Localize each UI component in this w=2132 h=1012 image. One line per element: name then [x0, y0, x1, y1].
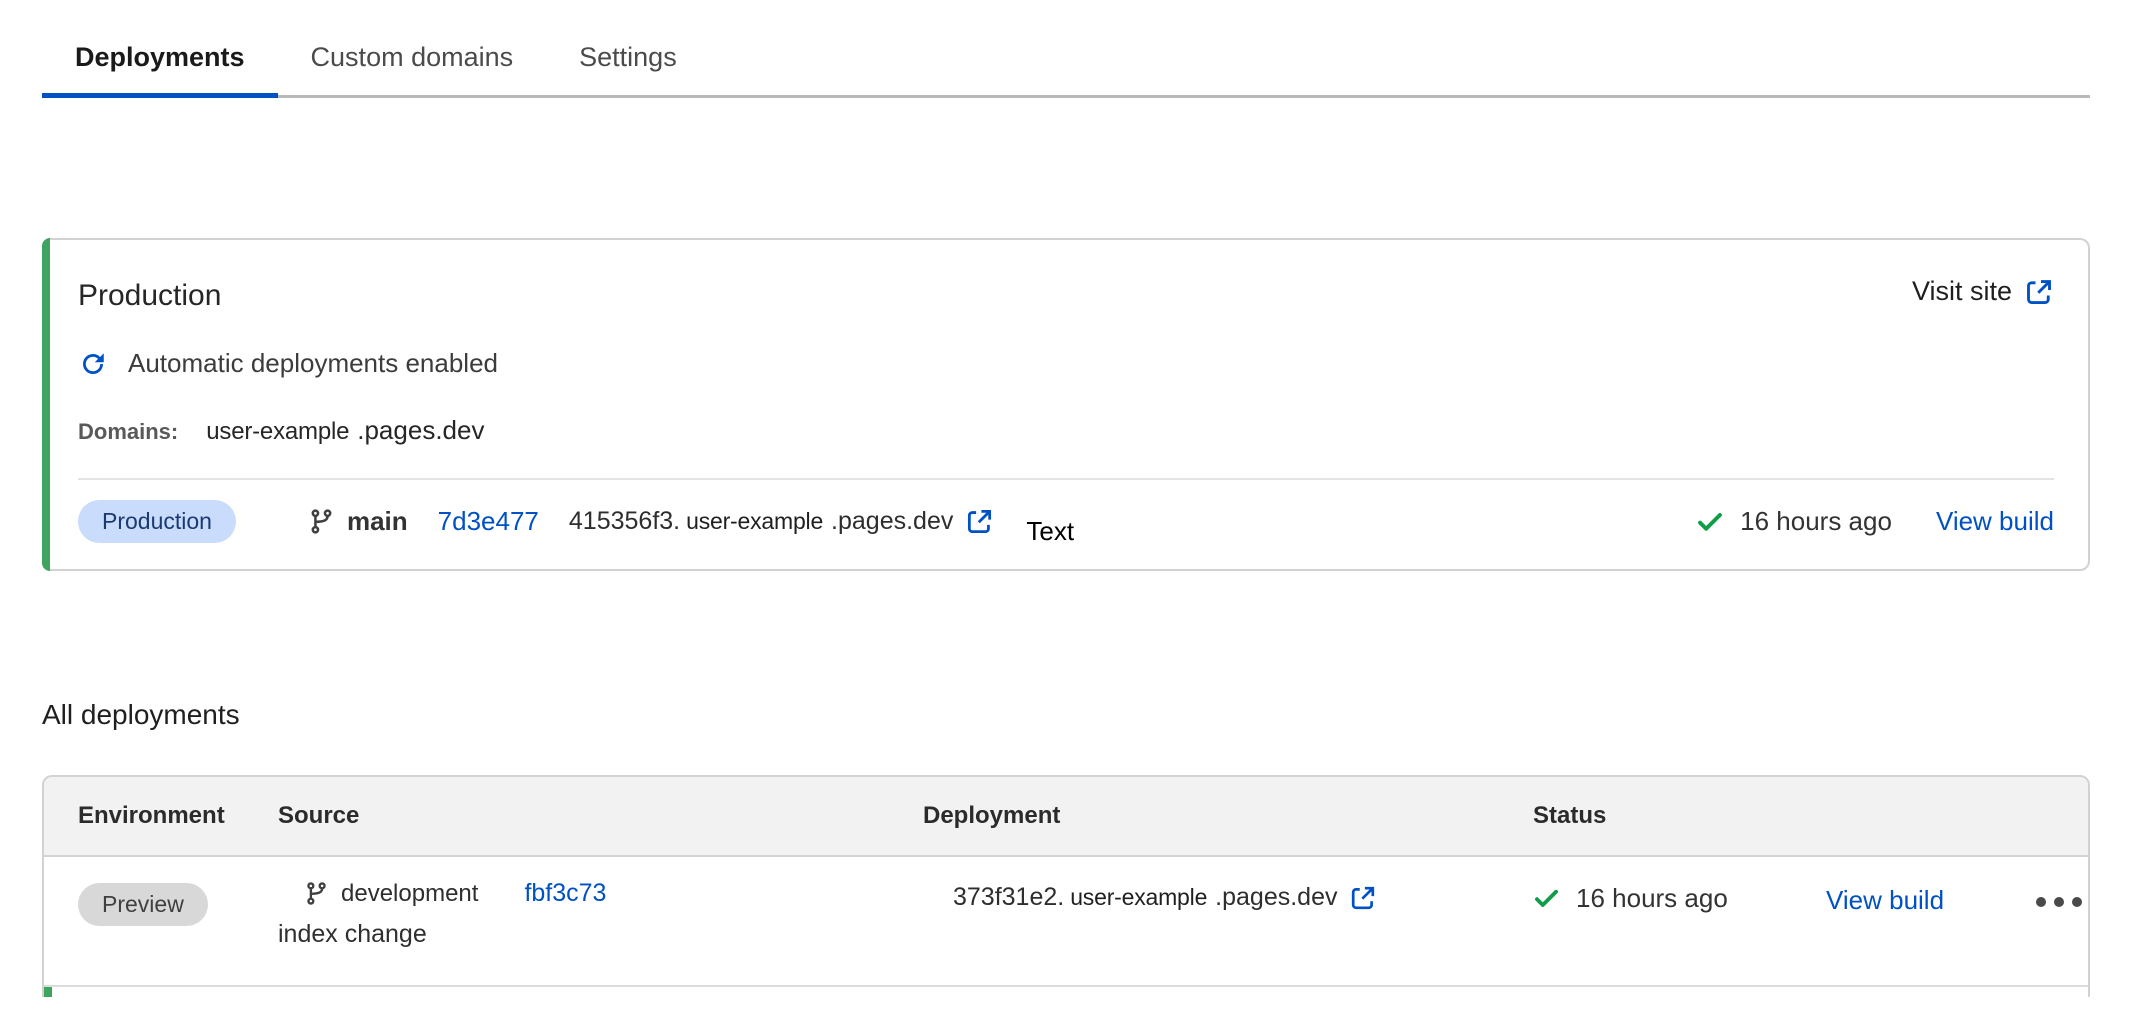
environment-badge: Production: [78, 500, 236, 543]
column-header-environment: Environment: [78, 802, 278, 830]
production-indicator-stripe: [44, 987, 52, 997]
production-deployment-row: Production main 7d3e477 415356f3. user-e…: [78, 478, 2054, 569]
column-header-deployment: Deployment: [923, 802, 1533, 830]
automatic-deployments-label: Automatic deployments enabled: [128, 348, 498, 379]
environment-badge: Preview: [78, 883, 208, 926]
git-branch-icon: [308, 508, 335, 535]
row-actions-menu-button[interactable]: [2032, 893, 2086, 911]
deployment-suffix: .pages.dev: [831, 507, 953, 536]
deployment-cell: 373f31e2. user-example .pages.dev: [923, 879, 1533, 912]
automatic-deployments-status: Automatic deployments enabled: [78, 348, 2054, 379]
deployment-host: user-example: [686, 508, 823, 535]
row-actions-cell: [2032, 879, 2090, 911]
view-build-cell: View build: [1826, 879, 2032, 916]
deployment-table-row: Preview development fbf3c73 index change…: [44, 857, 2088, 987]
external-link-icon: [2024, 277, 2054, 307]
view-build-link[interactable]: View build: [1936, 506, 2054, 537]
deployment-host: user-example: [1070, 884, 1207, 911]
view-build-link[interactable]: View build: [1826, 885, 1944, 915]
status-cell: 16 hours ago: [1533, 879, 1826, 914]
tab-custom-domains[interactable]: Custom domains: [278, 28, 547, 95]
external-link-icon: [965, 507, 994, 536]
domains-label: Domains:: [78, 419, 178, 445]
column-header-source: Source: [278, 802, 923, 830]
commit-link[interactable]: fbf3c73: [524, 879, 606, 908]
deployment-suffix: .pages.dev: [1215, 883, 1337, 912]
external-link-icon: [1349, 884, 1377, 912]
kebab-dot: [2054, 897, 2064, 907]
deployment-url-link[interactable]: 373f31e2. user-example .pages.dev: [953, 883, 1533, 912]
tab-deployments-label: Deployments: [75, 42, 245, 72]
deployment-time: 16 hours ago: [1740, 506, 1892, 537]
deployment-status: 16 hours ago: [1696, 506, 1892, 537]
commit-message: index change: [278, 920, 923, 949]
text-annotation: Text: [1026, 516, 1074, 547]
success-check-icon: [1533, 885, 1560, 912]
branch-name: main: [347, 506, 408, 537]
refresh-icon: [78, 349, 108, 379]
deployment-time: 16 hours ago: [1576, 883, 1728, 914]
production-card-header: Production Visit site: [78, 274, 2054, 318]
production-card: Production Visit site Automatic deployme…: [42, 238, 2090, 571]
next-row-peek: [44, 987, 2088, 997]
environment-cell: Preview: [78, 879, 278, 926]
kebab-dot: [2072, 897, 2082, 907]
tab-deployments[interactable]: Deployments: [42, 28, 278, 95]
kebab-dot: [2036, 897, 2046, 907]
column-header-status: Status: [1533, 802, 1826, 830]
domain-suffix: .pages.dev: [357, 415, 484, 446]
active-tab-underline: [42, 93, 278, 98]
source-cell: development fbf3c73 index change: [278, 879, 923, 949]
pages-deployments-screen: Deployments Custom domains Settings Prod…: [0, 0, 2132, 1012]
visit-site-link[interactable]: Visit site: [1912, 276, 2054, 307]
deployments-table: Environment Source Deployment Status Pre…: [42, 775, 2090, 997]
tab-settings-label: Settings: [579, 42, 677, 72]
deployment-id: 415356f3.: [569, 507, 680, 536]
commit-link[interactable]: 7d3e477: [438, 506, 539, 537]
tab-bar: Deployments Custom domains Settings: [42, 28, 2090, 98]
branch-group: main: [308, 506, 408, 537]
tab-custom-domains-label: Custom domains: [311, 42, 514, 72]
table-header-row: Environment Source Deployment Status: [44, 777, 2088, 857]
deployment-url-link[interactable]: 415356f3. user-example .pages.dev: [569, 507, 994, 536]
domain-host: user-example: [206, 418, 349, 446]
branch-name: development: [341, 880, 478, 908]
success-check-icon: [1696, 508, 1724, 536]
tab-settings[interactable]: Settings: [546, 28, 710, 95]
production-indicator-stripe: [42, 238, 50, 571]
git-branch-icon: [304, 881, 329, 906]
deployment-id: 373f31e2.: [953, 883, 1064, 912]
visit-site-label: Visit site: [1912, 276, 2012, 307]
all-deployments-heading: All deployments: [42, 699, 2132, 731]
production-card-title: Production: [78, 274, 221, 318]
domains-row: Domains: user-example .pages.dev: [78, 415, 2054, 446]
